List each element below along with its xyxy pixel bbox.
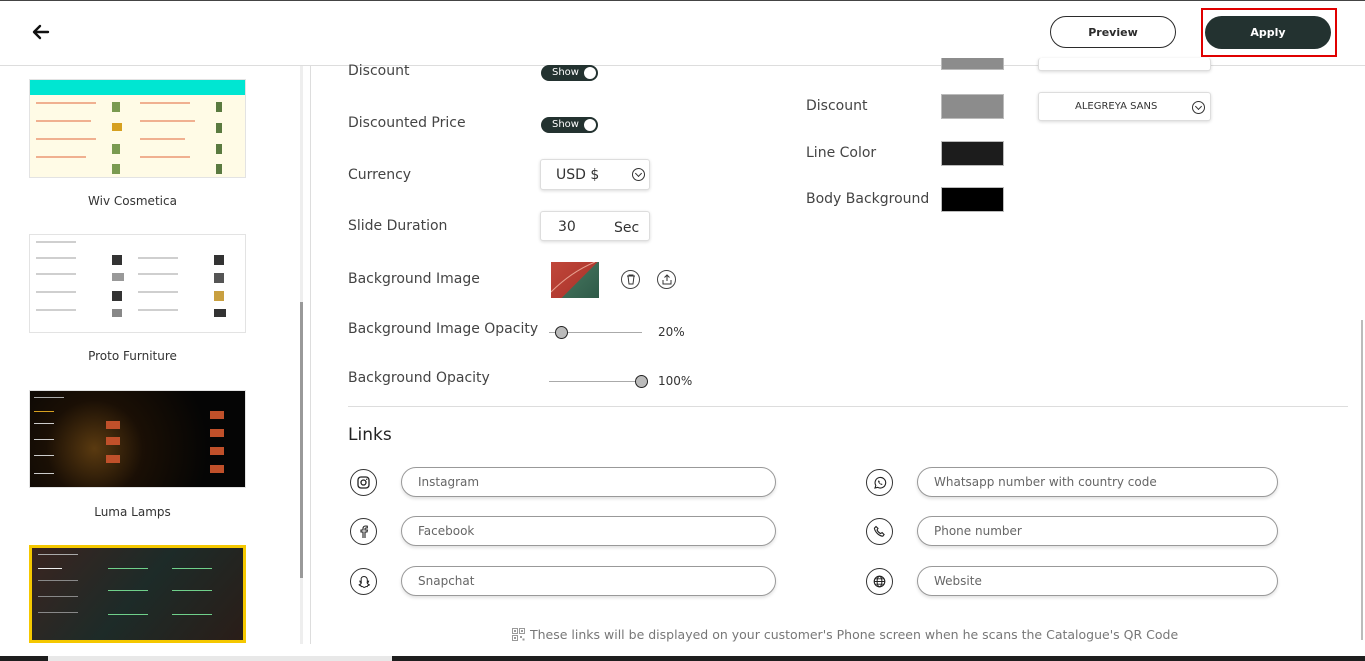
phone-input[interactable] (917, 516, 1278, 546)
globe-icon (866, 568, 893, 595)
preview-button[interactable]: Preview (1050, 16, 1176, 48)
background-image-label: Background Image (348, 271, 480, 287)
discounted-price-toggle[interactable]: Show (541, 117, 598, 133)
bg-opacity-slider-knob[interactable] (635, 375, 648, 388)
body-background-label: Body Background (806, 191, 930, 207)
bg-opacity-value: 100% (658, 374, 693, 388)
links-note: These links will be displayed on your cu… (530, 627, 1179, 642)
slide-duration-value: 30 (558, 219, 576, 235)
template-thumbnail-selected[interactable] (29, 545, 246, 643)
thumbnail-header-bar (30, 80, 245, 95)
upload-icon[interactable] (657, 270, 676, 289)
template-thumbnail-proto-furniture[interactable] (29, 234, 246, 333)
background-opacity-label: Background Opacity (348, 370, 490, 386)
discount-label: Discount (348, 63, 410, 79)
sidebar-scrollbar-thumb[interactable] (300, 302, 303, 578)
discount-font-select[interactable]: ALEGREYA SANS (1038, 92, 1211, 121)
background-image-opacity-label: Background Image Opacity (348, 321, 539, 337)
currency-value: USD $ (556, 167, 600, 183)
chevron-down-icon (632, 168, 645, 181)
bg-image-opacity-value: 20% (658, 325, 685, 339)
phone-icon (866, 518, 893, 545)
links-heading: Links (348, 425, 392, 445)
bg-image-opacity-slider-knob[interactable] (555, 326, 568, 339)
template-thumbnail-luma-lamps[interactable] (29, 390, 246, 488)
template-thumbnail-wiv-cosmetica[interactable] (29, 79, 246, 178)
discount-font-value: ALEGREYA SANS (1075, 101, 1158, 112)
toggle-text: Show (552, 67, 579, 78)
discounted-price-label: Discounted Price (348, 115, 466, 131)
discount-color-label: Discount (806, 98, 868, 114)
font-select-partial[interactable] (1038, 58, 1211, 71)
slide-duration-label: Slide Duration (348, 218, 448, 234)
trash-icon[interactable] (621, 270, 640, 289)
website-input[interactable] (917, 566, 1278, 596)
currency-select[interactable]: USD $ (540, 159, 650, 190)
instagram-input[interactable] (401, 467, 776, 497)
facebook-icon (350, 518, 377, 545)
sidebar-divider (310, 66, 311, 644)
instagram-icon (350, 469, 377, 496)
discount-toggle[interactable]: Show (541, 65, 598, 81)
snapchat-icon (350, 568, 377, 595)
template-label: Proto Furniture (88, 349, 177, 363)
slide-duration-unit: Sec (614, 220, 640, 236)
background-image-preview[interactable] (551, 262, 599, 298)
whatsapp-input[interactable] (917, 467, 1278, 497)
color-swatch-partial[interactable] (941, 58, 1004, 70)
toggle-knob (584, 67, 596, 79)
qr-code-icon (512, 628, 525, 641)
facebook-input[interactable] (401, 516, 776, 546)
body-background-swatch[interactable] (941, 187, 1004, 212)
section-divider (348, 406, 1348, 407)
arrow-left-icon[interactable] (30, 21, 52, 43)
toggle-text: Show (552, 119, 579, 130)
line-color-label: Line Color (806, 145, 877, 161)
chevron-down-icon (1192, 101, 1205, 114)
whatsapp-icon (866, 469, 893, 496)
main-scrollbar-thumb[interactable] (1361, 320, 1363, 640)
currency-label: Currency (348, 167, 412, 183)
slide-duration-input[interactable]: 30 Sec (540, 211, 650, 241)
template-sidebar: Wiv Cosmetica Proto Furniture Luma Lamps (0, 66, 310, 644)
line-color-swatch[interactable] (941, 141, 1004, 166)
template-label: Wiv Cosmetica (88, 194, 177, 208)
bottom-strip (0, 656, 1365, 661)
bg-opacity-slider-track[interactable] (549, 381, 642, 382)
discount-color-swatch[interactable] (941, 94, 1004, 119)
toggle-knob (584, 119, 596, 131)
snapchat-input[interactable] (401, 566, 776, 596)
template-label: Luma Lamps (94, 505, 171, 519)
apply-button[interactable]: Apply (1205, 16, 1331, 49)
top-bar: Preview Apply (0, 0, 1365, 66)
